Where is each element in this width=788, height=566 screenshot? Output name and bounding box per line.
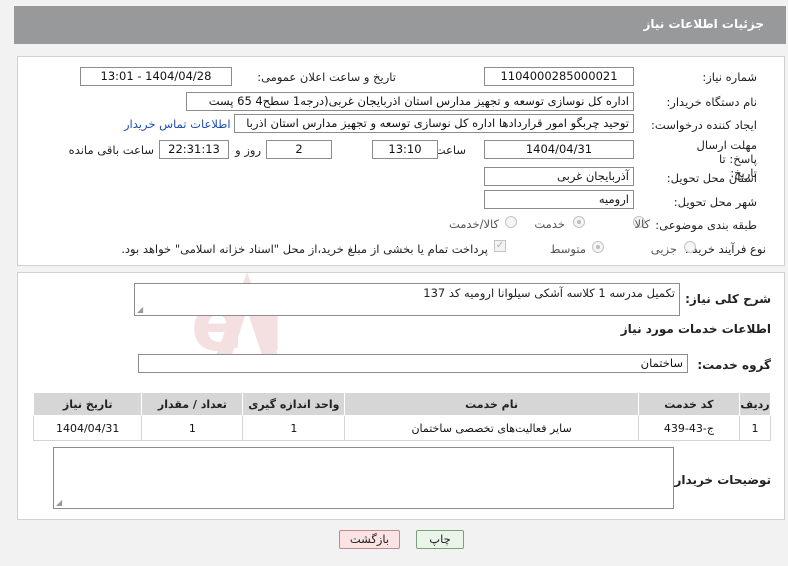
deadline-date-field: 1404/04/31 xyxy=(484,140,634,159)
category-option-goods-service: کالا/خدمت xyxy=(448,217,499,231)
service-group-field: ساختمان xyxy=(138,354,688,373)
cell-unit: 1 xyxy=(242,415,346,441)
buyer-contact-link[interactable]: اطلاعات تماس خریدار xyxy=(124,117,231,131)
cell-row: 1 xyxy=(739,415,771,441)
deadline-time-label: ساعت xyxy=(434,143,466,157)
summary-label: شرح کلی نیاز: xyxy=(685,292,771,306)
requester-label: ایجاد کننده درخواست: xyxy=(651,118,757,132)
announce-datetime-label: تاریخ و ساعت اعلان عمومی: xyxy=(257,70,396,84)
city-label: شهر محل تحویل: xyxy=(673,195,757,209)
need-info-panel xyxy=(17,56,785,266)
services-table-header: ردیف کد خدمت نام خدمت واحد اندازه گیری ت… xyxy=(32,392,771,416)
deadline-days-field: 2 xyxy=(266,140,332,159)
page-header: جزئیات اطلاعات نیاز xyxy=(14,6,786,44)
col-unit-header: واحد اندازه گیری xyxy=(242,392,346,416)
buyer-notes-label: توضیحات خریدار: xyxy=(669,473,771,487)
services-section-title: اطلاعات خدمات مورد نیاز xyxy=(620,322,771,336)
resize-grip-icon: ◢ xyxy=(137,305,144,314)
cell-code: ج-43-439 xyxy=(637,415,741,441)
summary-textarea[interactable]: تکمیل مدرسه 1 کلاسه آشکی سیلوانا ارومیه … xyxy=(134,283,680,316)
process-option-minor: جزیی xyxy=(650,242,677,256)
announce-datetime-field: 1404/04/28 - 13:01 xyxy=(80,67,232,86)
col-qty-header: تعداد / مقدار xyxy=(141,392,244,416)
treasury-payment-checkbox[interactable]: ✓ xyxy=(494,240,506,252)
category-radio-goods-service[interactable] xyxy=(505,216,517,228)
deadline-time-field: 13:10 xyxy=(372,140,438,159)
back-button[interactable]: بازگشت xyxy=(339,530,400,549)
deadline-days-label: روز و xyxy=(235,143,261,157)
treasury-payment-note: پرداخت تمام یا بخشی از مبلغ خرید،از محل … xyxy=(121,242,488,256)
summary-text: تکمیل مدرسه 1 کلاسه آشکی سیلوانا ارومیه … xyxy=(423,286,675,300)
remaining-time-field: 22:31:13 xyxy=(159,140,229,159)
need-number-label: شماره نیاز: xyxy=(702,70,757,84)
province-label: استان محل تحویل: xyxy=(666,171,757,185)
col-name-header: نام خدمت xyxy=(344,392,639,416)
category-option-goods: کالا xyxy=(634,217,650,231)
province-field: آذربایجان غربی xyxy=(484,167,634,186)
buyer-notes-textarea[interactable]: ◢ xyxy=(53,447,674,509)
buyer-org-field: اداره کل نوسازی توسعه و تجهیز مدارس استا… xyxy=(186,92,634,111)
service-group-label: گروه خدمت: xyxy=(697,358,771,372)
col-date-header: تاریخ نیاز xyxy=(32,392,143,416)
cell-name: سایر فعالیت‌های تخصصی ساختمان xyxy=(344,415,639,441)
requester-field: توحید چربگو امور قراردادها اداره کل نوسا… xyxy=(234,114,634,133)
category-radio-service[interactable] xyxy=(573,216,585,228)
col-row-header: ردیف xyxy=(739,392,771,416)
cell-qty: 1 xyxy=(141,415,244,441)
page-title: جزئیات اطلاعات نیاز xyxy=(643,17,764,31)
table-row: 1 ج-43-439 سایر فعالیت‌های تخصصی ساختمان… xyxy=(32,415,771,441)
print-button[interactable]: چاپ xyxy=(416,530,464,549)
city-field: ارومیه xyxy=(484,190,634,209)
process-radio-minor[interactable] xyxy=(684,241,696,253)
category-option-service: خدمت xyxy=(534,217,565,231)
category-label: طبقه بندی موضوعی: xyxy=(655,218,757,232)
need-number-field: 1104000285000021 xyxy=(484,67,634,86)
process-option-medium: متوسط xyxy=(549,242,586,256)
buyer-org-label: نام دستگاه خریدار: xyxy=(666,95,757,109)
cell-date: 1404/04/31 xyxy=(32,415,143,441)
services-table: ردیف کد خدمت نام خدمت واحد اندازه گیری ت… xyxy=(32,392,771,441)
resize-grip-icon: ◢ xyxy=(56,498,63,507)
col-code-header: کد خدمت xyxy=(637,392,741,416)
remaining-time-label: ساعت باقی مانده xyxy=(68,143,154,157)
process-radio-medium[interactable] xyxy=(592,241,604,253)
process-type-label: نوع فرآیند خرید : xyxy=(684,242,766,256)
